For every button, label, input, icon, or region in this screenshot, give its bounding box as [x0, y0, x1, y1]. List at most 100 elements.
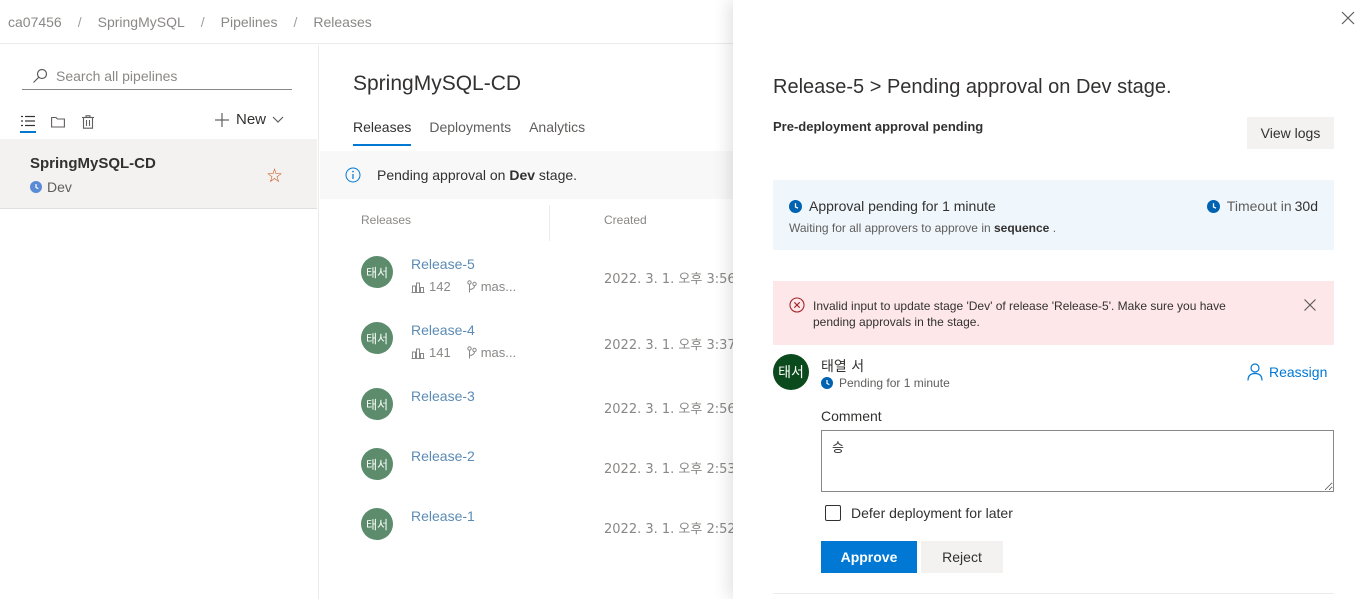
column-divider[interactable] [549, 205, 550, 241]
build-icon [411, 348, 425, 359]
release-name-link[interactable]: Release-4 [411, 322, 475, 338]
page-title: SpringMySQL-CD [353, 72, 522, 95]
waiting-suffix: . [1049, 221, 1057, 235]
release-name-link[interactable]: Release-5 [411, 256, 475, 272]
avatar: 태서 [361, 448, 393, 480]
release-name-link[interactable]: Release-2 [411, 448, 475, 464]
chevron-down-icon [272, 116, 284, 123]
release-row[interactable]: 태서 Release-1 2022. 3. 1. 오후 2:52: [320, 505, 733, 565]
release-created: 2022. 3. 1. 오후 2:52: [604, 522, 733, 537]
pipeline-item[interactable]: SpringMySQL-CD Dev ☆ [0, 139, 317, 209]
breadcrumb-org[interactable]: ca07456 [8, 14, 62, 30]
approval-status-text: Approval pending for 1 minute [809, 198, 996, 214]
pipelines-sidebar: New SpringMySQL-CD Dev ☆ [0, 45, 319, 599]
release-row[interactable]: 태서 Release-2 2022. 3. 1. 오후 2:53: [320, 445, 733, 505]
comment-label: Comment [821, 408, 882, 424]
avatar: 태서 [361, 388, 393, 420]
release-meta: 141 mas... [411, 345, 516, 360]
approval-status-box: Approval pending for 1 minute Timeout in… [773, 180, 1334, 250]
avatar: 태서 [361, 322, 393, 354]
release-created: 2022. 3. 1. 오후 2:56: [604, 402, 733, 417]
panel-title: Release-5 > Pending approval on Dev stag… [773, 76, 1172, 98]
timeout-indicator: Timeout in 30d [1206, 198, 1318, 214]
search-input[interactable] [56, 68, 276, 84]
new-pipeline-button[interactable]: New [214, 111, 284, 128]
clock-icon [30, 181, 42, 193]
view-toggles [20, 111, 96, 133]
star-icon[interactable]: ☆ [266, 165, 283, 188]
timeout-label: Timeout in [1226, 198, 1292, 214]
release-row[interactable]: 태서 Release-5 142 mas... 2022. 3. 1. 오후 3… [320, 245, 733, 305]
clock-icon [1206, 199, 1220, 213]
pipeline-name: SpringMySQL-CD [30, 155, 156, 172]
breadcrumb-separator: / [200, 13, 205, 30]
branch-name: mas... [480, 345, 517, 360]
trash-icon[interactable] [80, 111, 96, 133]
reassign-button[interactable]: Reassign [1247, 363, 1327, 381]
breadcrumb-project[interactable]: SpringMySQL [98, 14, 185, 30]
approver-status-text: Pending for 1 minute [839, 376, 950, 390]
close-icon[interactable] [1340, 10, 1356, 26]
panel-subtitle: Pre-deployment approval pending [773, 119, 984, 134]
release-meta: 142 mas... [411, 279, 516, 294]
releases-list-pane: SpringMySQL-CD Releases Deployments Anal… [320, 45, 733, 599]
divider [773, 593, 1334, 594]
clock-icon [821, 377, 833, 389]
column-header-releases: Releases [361, 213, 412, 227]
error-icon [789, 297, 805, 313]
waiting-mode: sequence [994, 221, 1050, 235]
pending-approval-banner[interactable]: Pending approval on Dev stage. [320, 151, 733, 199]
banner-suffix: stage. [535, 167, 578, 183]
defer-deployment-option[interactable]: Defer deployment for later [825, 505, 1013, 521]
reassign-label: Reassign [1269, 364, 1328, 380]
build-number: 141 [429, 345, 451, 360]
branch-icon [467, 346, 477, 359]
person-icon [1247, 363, 1263, 381]
defer-label: Defer deployment for later [851, 505, 1013, 521]
avatar: 태서 [361, 508, 393, 540]
defer-checkbox[interactable] [825, 505, 841, 521]
approval-status: Approval pending for 1 minute [789, 198, 996, 214]
release-row[interactable]: 태서 Release-4 141 mas... 2022. 3. 1. 오후 3… [320, 311, 733, 371]
folder-icon[interactable] [50, 111, 66, 133]
banner-stage: Dev [509, 167, 536, 183]
search-icon [33, 68, 48, 83]
list-view-icon[interactable] [20, 111, 36, 133]
waiting-prefix: Waiting for all approvers to approve in [789, 221, 994, 235]
tab-releases[interactable]: Releases [353, 119, 412, 146]
timeout-value: 30d [1294, 198, 1318, 214]
approval-panel: Release-5 > Pending approval on Dev stag… [733, 0, 1357, 599]
error-text: Invalid input to update stage 'Dev' of r… [813, 299, 1226, 329]
breadcrumb-separator: / [77, 13, 82, 30]
release-name-link[interactable]: Release-1 [411, 508, 475, 524]
approve-button[interactable]: Approve [821, 541, 917, 573]
tab-bar: Releases Deployments Analytics [353, 119, 585, 146]
error-message-bar: Invalid input to update stage 'Dev' of r… [773, 281, 1334, 345]
release-created: 2022. 3. 1. 오후 3:37: [604, 338, 733, 353]
breadcrumb-releases[interactable]: Releases [313, 14, 371, 30]
approver-name: 태열 서 [821, 359, 865, 375]
release-row[interactable]: 태서 Release-3 2022. 3. 1. 오후 2:56: [320, 385, 733, 445]
build-number: 142 [429, 279, 451, 294]
pipeline-stage: Dev [30, 179, 72, 195]
approver-avatar: 태서 [773, 354, 809, 390]
tab-deployments[interactable]: Deployments [429, 119, 511, 146]
column-header-created: Created [604, 213, 647, 227]
tab-analytics[interactable]: Analytics [529, 119, 585, 146]
search-box[interactable] [22, 63, 292, 90]
release-created: 2022. 3. 1. 오후 3:56: [604, 272, 733, 287]
avatar: 태서 [361, 256, 393, 288]
release-name-link[interactable]: Release-3 [411, 388, 475, 404]
build-icon [411, 282, 425, 293]
breadcrumb-pipelines[interactable]: Pipelines [221, 14, 278, 30]
reject-button[interactable]: Reject [921, 541, 1003, 573]
branch-name: mas... [480, 279, 517, 294]
info-icon [345, 167, 361, 183]
approval-waiting-text: Waiting for all approvers to approve in … [789, 221, 1056, 235]
comment-input[interactable]: 승 [821, 430, 1334, 492]
dismiss-error-icon[interactable] [1303, 298, 1317, 312]
view-logs-button[interactable]: View logs [1247, 117, 1334, 149]
release-created: 2022. 3. 1. 오후 2:53: [604, 462, 733, 477]
clock-icon [789, 199, 802, 213]
approver-status: Pending for 1 minute [821, 376, 950, 390]
